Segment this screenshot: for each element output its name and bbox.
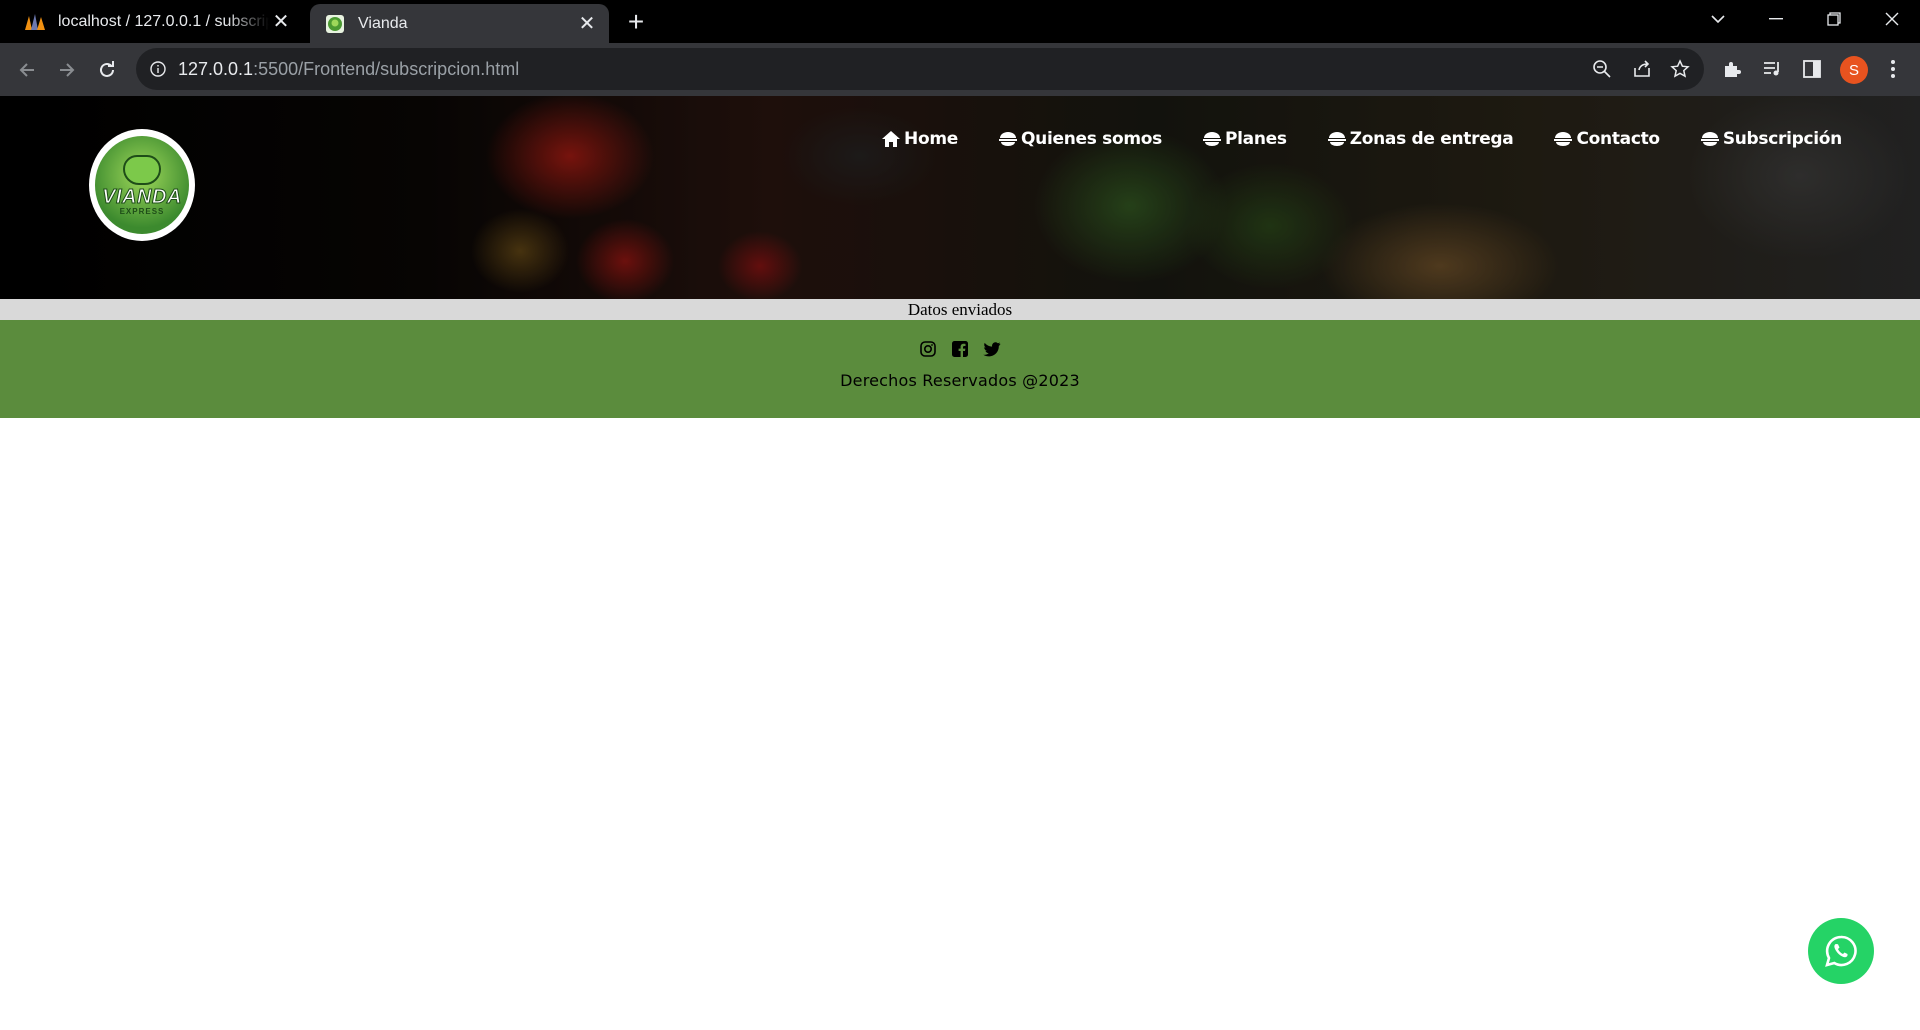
extensions-puzzle-icon[interactable]: [1719, 56, 1745, 82]
whatsapp-icon: [1825, 935, 1857, 967]
forward-arrow-icon[interactable]: [52, 55, 82, 85]
bowl-icon: [1327, 130, 1347, 148]
bowl-icon: [1202, 130, 1222, 148]
profile-avatar[interactable]: S: [1840, 56, 1868, 84]
bookmark-star-icon[interactable]: [1668, 57, 1692, 81]
nav-label: Planes: [1225, 129, 1287, 149]
social-links: [0, 340, 1920, 358]
phpmyadmin-icon: [24, 11, 46, 33]
close-icon[interactable]: ✕: [269, 10, 293, 34]
url-text: 127.0.0.1:5500/Frontend/subscripcion.htm…: [178, 59, 520, 79]
close-window-icon[interactable]: [1864, 0, 1920, 38]
nav-label: Zonas de entrega: [1349, 129, 1514, 149]
nav-label: Subscripción: [1722, 129, 1842, 149]
nav-contacto[interactable]: Contacto: [1553, 129, 1660, 149]
browser-toolbar: 127.0.0.1:5500/Frontend/subscripcion.htm…: [0, 43, 1920, 96]
browser-tab-strip: localhost / 127.0.0.1 / subscripcion ✕ V…: [0, 0, 1920, 43]
tab-title: Vianda: [358, 14, 408, 32]
nav-label: Contacto: [1576, 129, 1660, 149]
whatsapp-button[interactable]: [1808, 918, 1874, 984]
site-info-icon[interactable]: [146, 57, 170, 81]
status-message: Datos enviados: [0, 299, 1920, 320]
nav-home[interactable]: Home: [881, 129, 958, 149]
main-nav: Home Quienes somos Planes Zonas de entre…: [841, 129, 1842, 149]
nav-label: Quienes somos: [1021, 129, 1162, 149]
facebook-icon[interactable]: [951, 340, 969, 358]
browser-tab-vianda[interactable]: Vianda ✕: [310, 4, 609, 43]
nav-planes[interactable]: Planes: [1202, 129, 1287, 149]
nav-label: Home: [904, 129, 958, 149]
zoom-out-icon[interactable]: [1590, 57, 1614, 81]
site-footer: Derechos Reservados @2023: [0, 320, 1920, 418]
vianda-logo[interactable]: VIANDA EXPRESS: [89, 129, 195, 241]
bowl-icon: [1553, 130, 1573, 148]
logo-badge: VIANDA EXPRESS: [95, 136, 189, 234]
vianda-favicon-icon: [324, 13, 346, 35]
instagram-icon[interactable]: [919, 340, 937, 358]
close-icon[interactable]: ✕: [575, 12, 599, 36]
hero-header: VIANDA EXPRESS Home Quienes somos Planes…: [0, 96, 1920, 299]
minimize-icon[interactable]: [1748, 0, 1804, 38]
nav-zonas-de-entrega[interactable]: Zonas de entrega: [1327, 129, 1514, 149]
nav-subscripcion[interactable]: Subscripción: [1700, 129, 1842, 149]
media-queue-icon[interactable]: [1759, 56, 1785, 82]
share-icon[interactable]: [1630, 57, 1654, 81]
home-icon: [881, 130, 901, 148]
browser-tab-phpmyadmin[interactable]: localhost / 127.0.0.1 / subscripcion ✕: [10, 0, 303, 43]
address-bar[interactable]: 127.0.0.1:5500/Frontend/subscripcion.htm…: [136, 48, 1704, 90]
new-tab-button[interactable]: +: [622, 8, 650, 37]
tab-search-chevron-icon[interactable]: [1690, 0, 1746, 38]
bowl-icon: [998, 130, 1018, 148]
page-viewport: VIANDA EXPRESS Home Quienes somos Planes…: [0, 96, 1920, 1030]
logo-subtext: EXPRESS: [119, 206, 165, 216]
restore-icon[interactable]: [1806, 0, 1862, 38]
kebab-menu-icon[interactable]: [1880, 56, 1906, 82]
reload-icon[interactable]: [92, 55, 122, 85]
logo-mascot-icon: [123, 154, 161, 185]
nav-quienes-somos[interactable]: Quienes somos: [998, 129, 1162, 149]
copyright-text: Derechos Reservados @2023: [840, 371, 1080, 390]
twitter-icon[interactable]: [983, 340, 1001, 358]
logo-text: VIANDA: [102, 185, 182, 208]
back-arrow-icon[interactable]: [12, 55, 42, 85]
tab-title: localhost / 127.0.0.1 / subscripcion: [58, 12, 269, 30]
side-panel-icon[interactable]: [1799, 56, 1825, 82]
bowl-icon: [1700, 130, 1720, 148]
